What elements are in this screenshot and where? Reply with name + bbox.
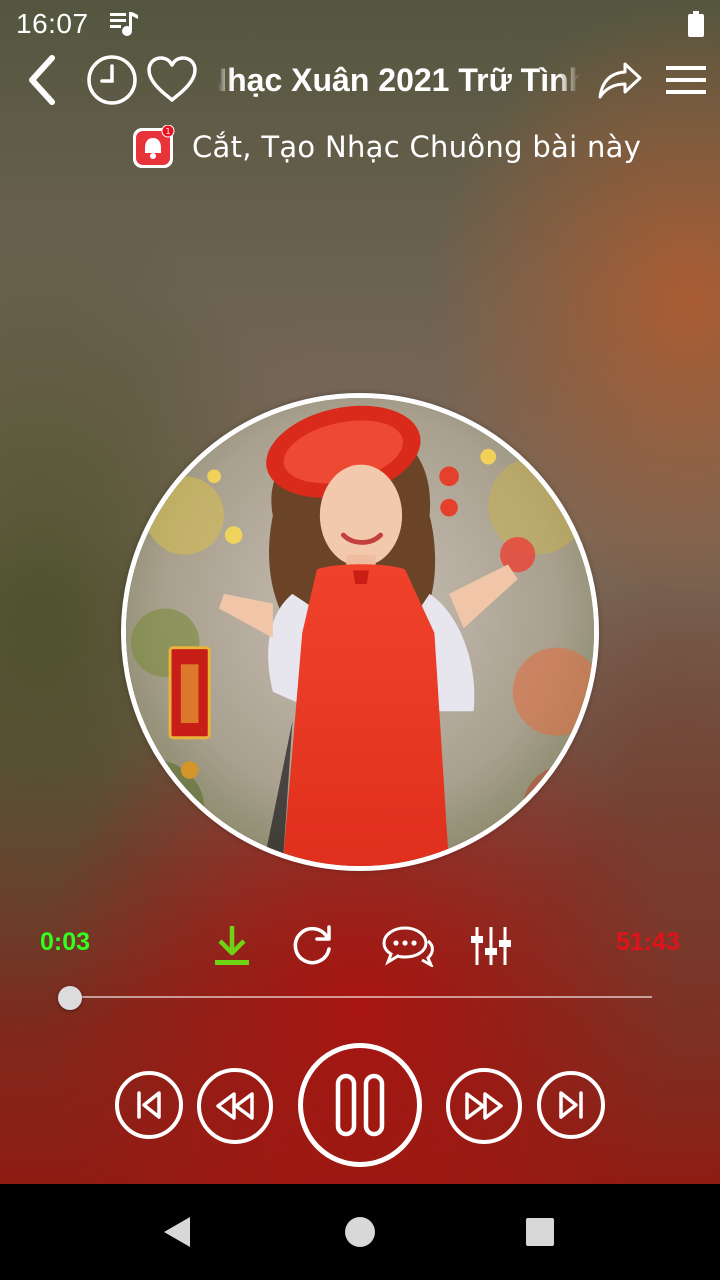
seek-thumb[interactable] bbox=[58, 986, 82, 1010]
total-duration: 51:43 bbox=[616, 928, 680, 956]
rewind-icon bbox=[216, 1092, 254, 1120]
download-icon bbox=[215, 926, 249, 965]
ringtone-label: Cắt, Tạo Nhạc Chuông bài này bbox=[192, 130, 642, 164]
status-bar: 16:07 bbox=[0, 0, 720, 48]
repeat-button[interactable] bbox=[288, 922, 336, 970]
share-button[interactable] bbox=[594, 54, 646, 106]
nav-back-button[interactable] bbox=[154, 1208, 202, 1256]
player-toolbar: Nhạc Xuân 2021 Trữ Tình bbox=[0, 48, 720, 112]
equalizer-button[interactable] bbox=[467, 922, 515, 970]
back-button[interactable] bbox=[16, 54, 68, 106]
sleep-timer-button[interactable] bbox=[86, 54, 138, 106]
chevron-left-icon bbox=[29, 55, 55, 105]
status-time: 16:07 bbox=[16, 8, 89, 39]
skip-next-button[interactable] bbox=[537, 1071, 605, 1139]
heart-outline-icon bbox=[147, 56, 197, 102]
fast-forward-button[interactable] bbox=[446, 1068, 522, 1144]
album-photo bbox=[126, 398, 594, 866]
equalizer-icon bbox=[471, 927, 511, 965]
bell-app-icon: 1 bbox=[132, 124, 176, 169]
elapsed-time: 0:03 bbox=[40, 928, 91, 956]
song-title: Nhạc Xuân 2021 Trữ Tình bbox=[218, 48, 580, 112]
hamburger-menu-icon bbox=[666, 66, 706, 94]
seek-bar[interactable] bbox=[68, 996, 652, 998]
pause-button[interactable] bbox=[298, 1043, 422, 1167]
ringtone-maker-link[interactable]: 1 Cắt, Tạo Nhạc Chuông bài này bbox=[132, 124, 641, 170]
rewind-button[interactable] bbox=[197, 1068, 273, 1144]
pause-icon bbox=[335, 1073, 385, 1137]
system-nav-bar bbox=[0, 1184, 720, 1280]
skip-next-icon bbox=[559, 1091, 583, 1119]
back-triangle-icon bbox=[164, 1217, 190, 1247]
nav-home-button[interactable] bbox=[336, 1208, 384, 1256]
share-arrow-icon bbox=[598, 62, 642, 99]
ringtone-badge: 1 bbox=[165, 127, 170, 136]
album-art bbox=[121, 393, 599, 871]
nav-recents-button[interactable] bbox=[516, 1208, 564, 1256]
download-button[interactable] bbox=[208, 922, 256, 970]
comments-button[interactable] bbox=[380, 922, 436, 970]
clock-icon bbox=[87, 55, 137, 105]
music-note-list-icon bbox=[109, 12, 138, 36]
favorite-button[interactable] bbox=[146, 54, 198, 106]
skip-previous-icon bbox=[137, 1091, 161, 1119]
battery-full-icon bbox=[688, 11, 704, 37]
home-circle-icon bbox=[345, 1217, 375, 1247]
comment-icon bbox=[382, 926, 434, 967]
recents-square-icon bbox=[526, 1218, 554, 1246]
song-title-text: Nhạc Xuân 2021 Trữ Tình bbox=[218, 62, 580, 98]
fast-forward-icon bbox=[465, 1092, 503, 1120]
skip-previous-button[interactable] bbox=[115, 1071, 183, 1139]
repeat-icon bbox=[293, 925, 331, 965]
menu-button[interactable] bbox=[660, 54, 712, 106]
